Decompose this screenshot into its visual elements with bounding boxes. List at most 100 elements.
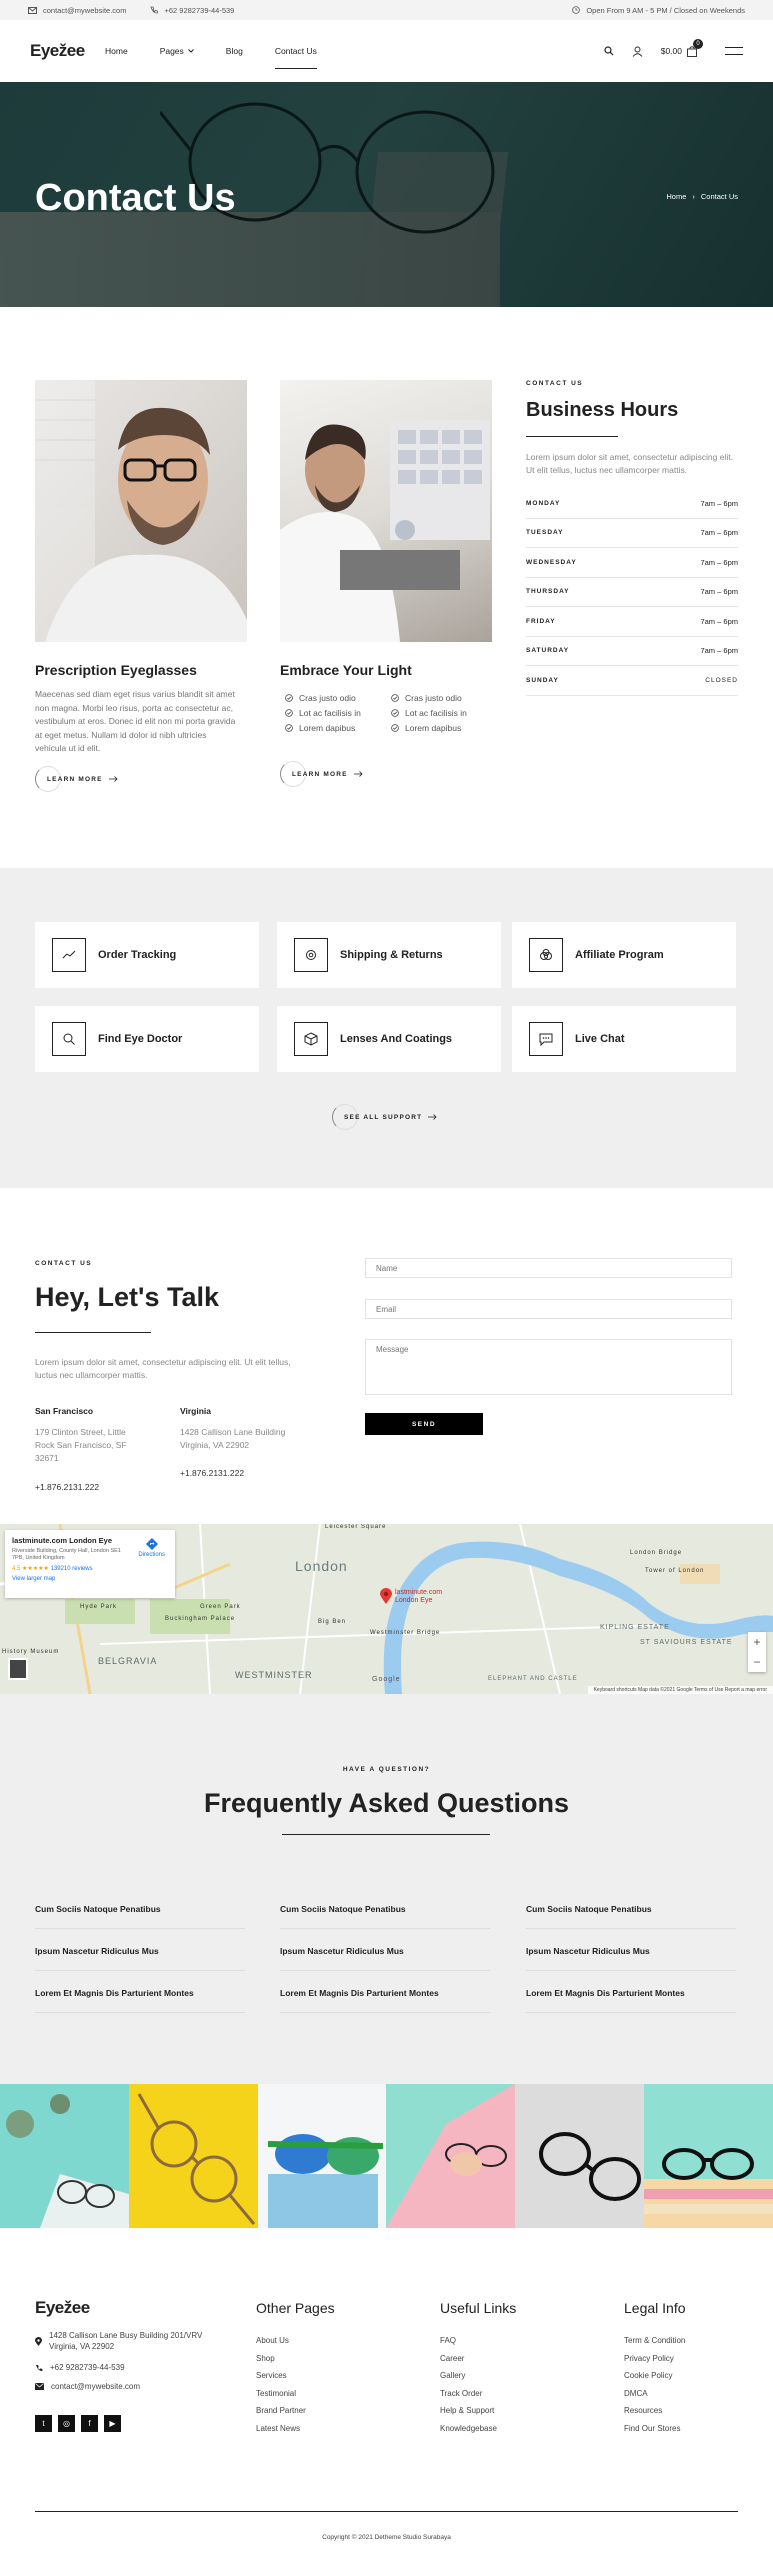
- business-hours-title: Business Hours: [526, 399, 679, 421]
- footer-link[interactable]: Services: [256, 2371, 335, 2389]
- directions-icon: [145, 1538, 158, 1550]
- facebook-icon[interactable]: f: [81, 2415, 98, 2432]
- footer-link[interactable]: Find Our Stores: [624, 2424, 686, 2442]
- nav-item-contact[interactable]: Contact Us: [274, 34, 317, 69]
- breadcrumb-home[interactable]: Home: [666, 192, 686, 201]
- support-item-live-chat[interactable]: Live Chat: [512, 1006, 736, 1072]
- twitter-icon[interactable]: t: [35, 2415, 52, 2432]
- page-title: Contact Us: [35, 177, 236, 219]
- gallery-image[interactable]: [128, 2084, 258, 2228]
- email-input[interactable]: [365, 1299, 732, 1319]
- faq-question[interactable]: Cum Sociis Natoque Penatibus: [526, 1904, 736, 1929]
- user-icon[interactable]: [632, 46, 643, 57]
- topbar-email[interactable]: contact@mywebsite.com: [28, 6, 126, 15]
- zoom-in-icon[interactable]: +: [753, 1635, 760, 1649]
- embedded-map[interactable]: London BELGRAVIA WESTMINSTER Buckingham …: [0, 1524, 773, 1694]
- footer-link[interactable]: Knowledgebase: [440, 2424, 516, 2442]
- faq-question[interactable]: Lorem Et Magnis Dis Parturient Montes: [35, 1988, 245, 2013]
- footer-link[interactable]: Resources: [624, 2406, 686, 2424]
- footer-link[interactable]: Career: [440, 2354, 516, 2372]
- faq-question[interactable]: Cum Sociis Natoque Penatibus: [280, 1904, 490, 1929]
- footer-link[interactable]: About Us: [256, 2336, 335, 2354]
- message-textarea[interactable]: [365, 1339, 732, 1395]
- footer-link[interactable]: Gallery: [440, 2371, 516, 2389]
- nav-item-home[interactable]: Home: [105, 34, 128, 69]
- office-phone[interactable]: +1.876.2131.222: [35, 1482, 99, 1492]
- footer-column-title: Other Pages: [256, 2300, 335, 2316]
- map-attribution: Keyboard shortcuts Map data ©2021 Google…: [587, 1686, 773, 1694]
- name-input[interactable]: [365, 1258, 732, 1278]
- faq-question[interactable]: Lorem Et Magnis Dis Parturient Montes: [526, 1988, 736, 2013]
- nav-actions: $0.00 0: [604, 38, 743, 57]
- footer-link[interactable]: Track Order: [440, 2389, 516, 2407]
- hours-row: SATURDAY 7am – 6pm: [526, 637, 738, 666]
- hours-time: 7am – 6pm: [700, 587, 738, 597]
- feature-checklist: Cras justo odio Cras justo odio Lot ac f…: [285, 693, 497, 733]
- support-item-affiliate[interactable]: Affiliate Program: [512, 922, 736, 988]
- footer-link[interactable]: Privacy Policy: [624, 2354, 686, 2372]
- map-label: KIPLING ESTATE: [600, 1624, 670, 1631]
- gallery-image[interactable]: [257, 2084, 387, 2228]
- directions-button[interactable]: Directions: [138, 1538, 165, 1558]
- contact-intro: Lorem ipsum dolor sit amet, consectetur …: [35, 1357, 291, 1380]
- learn-more-button[interactable]: LEARN MORE: [35, 766, 118, 792]
- arrow-right-icon: [108, 776, 118, 782]
- footer-logo[interactable]: Eyežee: [35, 2298, 90, 2318]
- chart-line-icon: [52, 938, 86, 972]
- support-item-find-doctor[interactable]: Find Eye Doctor: [35, 1006, 259, 1072]
- map-label: Buckingham Palace: [165, 1616, 236, 1622]
- faq-question[interactable]: Ipsum Nascetur Ridiculus Mus: [35, 1946, 245, 1971]
- support-item-order-tracking[interactable]: Order Tracking: [35, 922, 259, 988]
- nav-item-blog[interactable]: Blog: [226, 34, 243, 69]
- footer-email[interactable]: contact@mywebsite.com: [35, 2381, 140, 2392]
- footer-link[interactable]: FAQ: [440, 2336, 516, 2354]
- rating-stars: 4.5 ★★★★★: [12, 1566, 49, 1572]
- support-item-lenses[interactable]: Lenses And Coatings: [277, 1006, 501, 1072]
- view-larger-map-link[interactable]: View larger map: [12, 1576, 168, 1582]
- site-logo[interactable]: Eyežee: [30, 41, 105, 61]
- faq-question[interactable]: Cum Sociis Natoque Penatibus: [35, 1904, 245, 1929]
- hours-time: 7am – 6pm: [700, 616, 738, 626]
- hours-row: SUNDAY CLOSED: [526, 666, 738, 696]
- topbar-phone[interactable]: +62 9282739-44-539: [150, 6, 234, 15]
- gallery-image[interactable]: [515, 2084, 645, 2228]
- hamburger-menu-icon[interactable]: [725, 47, 743, 55]
- hours-day: SATURDAY: [526, 647, 570, 655]
- footer-link[interactable]: Brand Partner: [256, 2406, 335, 2424]
- support-item-shipping-returns[interactable]: Shipping & Returns: [277, 922, 501, 988]
- map-label: WESTMINSTER: [235, 1670, 313, 1680]
- search-icon[interactable]: [604, 46, 614, 56]
- footer-link[interactable]: DMCA: [624, 2389, 686, 2407]
- footer-link[interactable]: Help & Support: [440, 2406, 516, 2424]
- hours-time: 7am – 6pm: [700, 646, 738, 656]
- footer-phone[interactable]: +62 9282739-44-539: [35, 2362, 125, 2373]
- footer-link[interactable]: Testimonial: [256, 2389, 335, 2407]
- office-address: 179 Clinton Street, Little Rock San Fran…: [35, 1427, 127, 1463]
- faq-question[interactable]: Ipsum Nascetur Ridiculus Mus: [280, 1946, 490, 1971]
- footer-link[interactable]: Cookie Policy: [624, 2371, 686, 2389]
- gallery-image[interactable]: [644, 2084, 773, 2228]
- faq-question[interactable]: Ipsum Nascetur Ridiculus Mus: [526, 1946, 736, 1971]
- map-pin-icon[interactable]: [380, 1588, 392, 1604]
- learn-more-button[interactable]: LEARN MORE: [280, 761, 363, 787]
- instagram-icon[interactable]: ◎: [58, 2415, 75, 2432]
- feature-title: Embrace Your Light: [280, 662, 412, 678]
- hours-table: MONDAY 7am – 6pm TUESDAY 7am – 6pm WEDNESD…: [526, 489, 738, 696]
- faq-question[interactable]: Lorem Et Magnis Dis Parturient Montes: [280, 1988, 490, 2013]
- footer-link[interactable]: Shop: [256, 2354, 335, 2372]
- see-all-support-button[interactable]: SEE ALL SUPPORT: [332, 1104, 437, 1130]
- zoom-out-icon[interactable]: −: [753, 1655, 760, 1669]
- youtube-icon[interactable]: ▶: [104, 2415, 121, 2432]
- feature-image-optician: [280, 380, 492, 642]
- reviews-link[interactable]: 139210 reviews: [51, 1566, 93, 1572]
- faq-title: Frequently Asked Questions: [203, 1788, 570, 1818]
- street-view-icon[interactable]: [8, 1658, 28, 1680]
- send-button[interactable]: SEND: [365, 1413, 483, 1435]
- footer-link[interactable]: Term & Condition: [624, 2336, 686, 2354]
- gallery-image[interactable]: [0, 2084, 129, 2228]
- cart-button[interactable]: $0.00 0: [661, 38, 703, 57]
- office-phone[interactable]: +1.876.2131.222: [180, 1468, 244, 1478]
- nav-item-pages[interactable]: Pages: [160, 34, 194, 69]
- footer-link[interactable]: Latest News: [256, 2424, 335, 2442]
- gallery-image[interactable]: [386, 2084, 516, 2228]
